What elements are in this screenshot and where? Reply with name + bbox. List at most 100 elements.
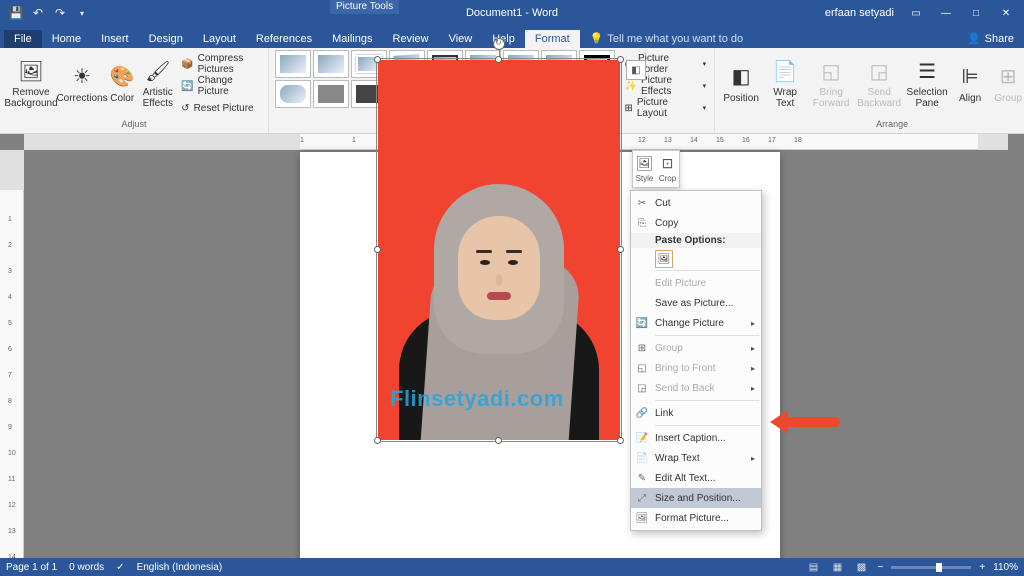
resize-handle-se[interactable]: [617, 437, 624, 444]
resize-handle-ne[interactable]: [617, 56, 624, 63]
contextual-tool-label: Picture Tools: [330, 0, 399, 14]
view-print-layout-icon[interactable]: ▦: [829, 560, 845, 574]
align-icon: ⊫: [956, 63, 984, 91]
view-web-layout-icon[interactable]: ▩: [853, 560, 869, 574]
tab-view[interactable]: View: [439, 30, 483, 48]
tab-layout[interactable]: Layout: [193, 30, 246, 48]
position-button[interactable]: ◧Position: [721, 50, 761, 116]
wrap-text-button[interactable]: 📄Wrap Text: [765, 50, 805, 116]
group-arrange-label: Arrange: [876, 119, 908, 131]
tab-file[interactable]: File: [4, 30, 42, 48]
tab-mailings[interactable]: Mailings: [322, 30, 382, 48]
change-icon: 🔄: [181, 81, 193, 92]
align-button[interactable]: ⊫Align: [953, 50, 987, 116]
ctx-insert-caption[interactable]: 📝Insert Caption...: [631, 428, 761, 448]
caption-icon: 📝: [635, 433, 649, 444]
style-thumb[interactable]: [313, 80, 349, 108]
status-spellcheck-icon[interactable]: ✓: [116, 562, 124, 573]
ctx-alt-text[interactable]: ✎Edit Alt Text...: [631, 468, 761, 488]
rotate-handle[interactable]: [493, 38, 505, 50]
zoom-out-icon[interactable]: −: [877, 562, 883, 573]
mini-crop-icon: ⊡: [662, 155, 674, 172]
maximize-icon[interactable]: □: [962, 0, 990, 26]
selection-outline: [376, 58, 622, 442]
tab-review[interactable]: Review: [383, 30, 439, 48]
resize-handle-sw[interactable]: [374, 437, 381, 444]
ctx-group-icon: ⊞: [635, 343, 649, 354]
status-page[interactable]: Page 1 of 1: [6, 562, 57, 573]
picture-layout-button[interactable]: ⊞Picture Layout▾: [622, 98, 708, 118]
mini-style-button[interactable]: 🖼Style: [633, 151, 656, 187]
tell-me-search[interactable]: 💡Tell me what you want to do: [580, 29, 753, 48]
send-backward-button[interactable]: ◲Send Backward: [857, 50, 901, 116]
watermark-text: Flinsetyadi.com: [390, 386, 564, 412]
ribbon-options-icon[interactable]: ▭: [902, 0, 930, 26]
ctx-cut[interactable]: ✂Cut: [631, 193, 761, 213]
color-button[interactable]: 🎨Color: [108, 50, 136, 116]
resize-handle-nw[interactable]: [374, 56, 381, 63]
group-objects-button[interactable]: ⊞Group: [991, 50, 1024, 116]
zoom-in-icon[interactable]: +: [979, 562, 985, 573]
border-label: Picture Border: [638, 53, 699, 75]
artistic-effects-button[interactable]: 🖌Artistic Effects: [140, 50, 175, 116]
compress-pictures-button[interactable]: 📦Compress Pictures: [179, 54, 262, 74]
view-read-mode-icon[interactable]: ▤: [805, 560, 821, 574]
annotation-arrow: [770, 410, 840, 434]
resize-handle-w[interactable]: [374, 246, 381, 253]
group-adjust: 🖼Remove Background ☀Corrections 🎨Color 🖌…: [0, 48, 269, 133]
ctx-link[interactable]: 🔗Link: [631, 403, 761, 423]
style-thumb[interactable]: [275, 80, 311, 108]
ctx-wrap-text[interactable]: 📄Wrap Text▸: [631, 448, 761, 468]
ctx-change-picture[interactable]: 🔄Change Picture▸: [631, 313, 761, 333]
mini-toolbar: 🖼Style ⊡Crop: [632, 150, 680, 188]
redo-icon[interactable]: ↷: [50, 3, 70, 23]
ctx-front-label: Bring to Front: [655, 363, 716, 374]
resize-handle-s[interactable]: [495, 437, 502, 444]
resize-handle-e[interactable]: [617, 246, 624, 253]
style-thumb[interactable]: [313, 50, 349, 78]
corrections-label: Corrections: [56, 93, 107, 104]
qat-dropdown-icon[interactable]: ▾: [72, 3, 92, 23]
group-arrange: ◧Position 📄Wrap Text ◱Bring Forward ◲Sen…: [715, 48, 1024, 133]
ctx-front-icon: ◱: [635, 363, 649, 374]
selected-picture[interactable]: ◧: [378, 60, 620, 440]
ctx-size-and-position[interactable]: ⤢Size and Position...: [631, 488, 761, 508]
layout-options-button[interactable]: ◧: [626, 60, 646, 80]
ctx-alt-label: Edit Alt Text...: [655, 473, 715, 484]
corrections-button[interactable]: ☀Corrections: [60, 50, 104, 116]
ctx-change-label: Change Picture: [655, 318, 724, 329]
zoom-slider[interactable]: [891, 566, 971, 569]
piclayout-label: Picture Layout: [637, 97, 699, 119]
ctx-paste-option-picture[interactable]: 🖼: [655, 250, 673, 268]
zoom-level[interactable]: 110%: [993, 562, 1018, 573]
lightbulb-icon: 💡: [590, 32, 604, 45]
change-picture-button[interactable]: 🔄Change Picture: [179, 76, 262, 96]
remove-background-button[interactable]: 🖼Remove Background: [6, 50, 56, 116]
user-name[interactable]: erfaan setyadi: [819, 7, 900, 19]
selection-pane-button[interactable]: ☰Selection Pane: [905, 50, 949, 116]
status-language[interactable]: English (Indonesia): [137, 562, 223, 573]
tab-references[interactable]: References: [246, 30, 322, 48]
vertical-ruler[interactable]: 123456789101112131415: [0, 150, 24, 558]
share-button[interactable]: 👤Share: [957, 29, 1024, 48]
tab-format[interactable]: Format: [525, 30, 580, 48]
tab-design[interactable]: Design: [139, 30, 193, 48]
close-icon[interactable]: ✕: [992, 0, 1020, 26]
minimize-icon[interactable]: —: [932, 0, 960, 26]
ctx-format-picture[interactable]: 🖼Format Picture...: [631, 508, 761, 528]
undo-icon[interactable]: ↶: [28, 3, 48, 23]
style-thumb[interactable]: [275, 50, 311, 78]
save-icon[interactable]: 💾: [6, 3, 26, 23]
ctx-bring-front: ◱Bring to Front▸: [631, 358, 761, 378]
bring-forward-button[interactable]: ◱Bring Forward: [809, 50, 853, 116]
ctx-copy[interactable]: ⎘Copy: [631, 213, 761, 233]
backward-icon: ◲: [865, 57, 893, 85]
tab-insert[interactable]: Insert: [91, 30, 139, 48]
mini-crop-button[interactable]: ⊡Crop: [656, 151, 679, 187]
ctx-send-back: ◲Send to Back▸: [631, 378, 761, 398]
status-word-count[interactable]: 0 words: [69, 562, 104, 573]
ctx-save-as-picture[interactable]: Save as Picture...: [631, 293, 761, 313]
resize-handle-n[interactable]: [495, 56, 502, 63]
tab-home[interactable]: Home: [42, 30, 91, 48]
reset-picture-button[interactable]: ↺Reset Picture: [179, 98, 262, 118]
